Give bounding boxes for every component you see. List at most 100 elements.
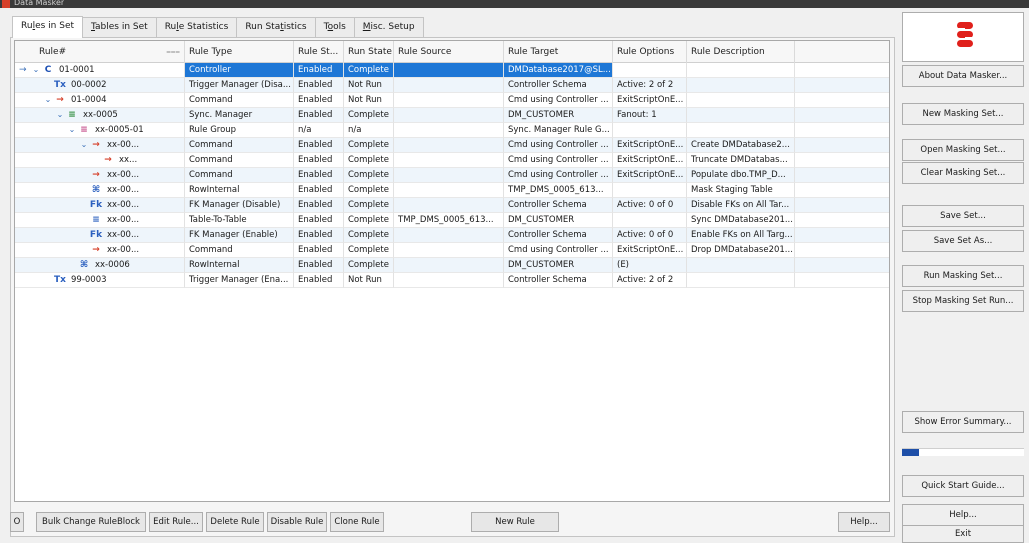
table-row[interactable]: ⌘ xx-0006 RowInternal Enabled Complete DM_CUS… [15,258,889,273]
rule-type-icon: ⌘ [91,185,101,195]
expand-chevron-icon[interactable]: ⌄ [67,123,77,137]
options-cell [613,183,687,198]
target-cell: Cmd using Controller ... [504,138,613,153]
show-error-summary-button[interactable]: Show Error Summary... [902,411,1024,433]
table-row[interactable]: Fk xx-00... FK Manager (Disable) Enabled Com… [15,198,889,213]
rule-type-icon: → [56,95,64,105]
o-button[interactable]: O [10,512,24,532]
app-icon [2,0,10,8]
table-row[interactable]: ⌄ ≡ xx-0005-01 Rule Group n/a n/a Sync. Manage… [15,123,889,138]
stop-masking-set-run-button[interactable]: Stop Masking Set Run... [902,290,1024,312]
logo-box [902,12,1024,62]
table-row[interactable]: → xx-00... Command Enabled Complete Cmd using… [15,243,889,258]
rule-number: xx-00... [107,185,140,195]
tab-4[interactable]: Tools [314,17,355,38]
type-cell: Trigger Manager (Disa... [185,78,294,93]
table-row[interactable]: ⌄ → 01-0004 Command Enabled Not Run Cmd using … [15,93,889,108]
column-header-4[interactable]: Rule Source [394,41,504,63]
help-button[interactable]: Help... [838,512,890,532]
table-row[interactable]: Fk xx-00... FK Manager (Enable) Enabled Comp… [15,228,889,243]
expand-chevron-icon[interactable]: ⌄ [43,93,53,107]
source-cell [394,198,504,213]
column-header-6[interactable]: Rule Options [613,41,687,63]
rule-number: xx... [119,155,138,165]
table-row[interactable]: → xx-00... Command Enabled Complete Cmd using… [15,168,889,183]
save-set-button[interactable]: Save Set... [902,205,1024,227]
table-row[interactable]: Tx 99-0003 Trigger Manager (Ena... Enabled N… [15,273,889,288]
clear-masking-set-button[interactable]: Clear Masking Set... [902,162,1024,184]
target-cell: Cmd using Controller ... [504,153,613,168]
options-cell: ExitScriptOnE... [613,138,687,153]
status-cell: Enabled [294,153,344,168]
tab-5[interactable]: Misc. Setup [353,17,424,38]
type-cell: FK Manager (Disable) [185,198,294,213]
blank-cell [795,228,889,243]
rule-type-icon: Tx [54,80,66,90]
source-cell [394,243,504,258]
source-cell [394,153,504,168]
table-row[interactable]: → ⌄ C 01-0001 Controller Enabled Complete DMDat… [15,63,889,78]
quick-start-guide-button[interactable]: Quick Start Guide... [902,475,1024,497]
edit-rule-button[interactable]: Edit Rule... [149,512,203,532]
sidebar-help-button[interactable]: Help... [902,504,1024,526]
table-row[interactable]: ⌄ ≡ xx-0005 Sync. Manager Enabled Complete DM_… [15,108,889,123]
type-cell: Command [185,93,294,108]
type-cell: Command [185,138,294,153]
column-header-5[interactable]: Rule Target [504,41,613,63]
options-cell: Active: 2 of 2 [613,78,687,93]
bulk-change-ruleblock-button[interactable]: Bulk Change RuleBlock [36,512,146,532]
tab-1[interactable]: Tables in Set [82,17,157,38]
column-header-7[interactable]: Rule Description [687,41,795,63]
window-title: Data Masker [14,0,65,6]
save-set-as-button[interactable]: Save Set As... [902,230,1024,252]
rule-number-cell: → xx-00... [15,168,185,183]
new-rule-button[interactable]: New Rule [471,512,559,532]
table-row[interactable]: ⌘ xx-00... RowInternal Enabled Complete TMP_D… [15,183,889,198]
data-masker-logo-icon [955,22,975,47]
rule-number-cell: → xx... [15,153,185,168]
column-header-2[interactable]: Rule St... [294,41,344,63]
rule-number: 00-0002 [71,80,107,90]
run-masking-set-button[interactable]: Run Masking Set... [902,265,1024,287]
rule-number: 99-0003 [71,275,107,285]
source-cell [394,138,504,153]
progress-bar [902,448,1024,456]
delete-rule-button[interactable]: Delete Rule [206,512,264,532]
blank-cell [795,273,889,288]
expand-chevron-icon[interactable]: ⌄ [55,108,65,122]
target-cell: Controller Schema [504,273,613,288]
column-header-blank [795,41,889,63]
rule-type-icon: Fk [89,200,103,210]
run-cell: Complete [344,108,394,123]
expand-chevron-icon[interactable]: ⌄ [79,138,89,152]
rule-type-icon: C [44,65,52,75]
status-cell: Enabled [294,228,344,243]
run-cell: Complete [344,213,394,228]
tab-3[interactable]: Run Statistics [236,17,316,38]
column-header-3[interactable]: Run State [344,41,394,63]
table-row[interactable]: ⌄ → xx-00... Command Enabled Complete Cmd usin… [15,138,889,153]
about-button[interactable]: About Data Masker... [902,65,1024,87]
open-masking-set-button[interactable]: Open Masking Set... [902,139,1024,161]
expand-chevron-icon[interactable]: ⌄ [31,63,41,77]
status-cell: Enabled [294,213,344,228]
target-cell: Sync. Manager Rule G... [504,123,613,138]
target-cell: DM_CUSTOMER [504,213,613,228]
new-masking-set-button[interactable]: New Masking Set... [902,103,1024,125]
tab-0[interactable]: Rules in Set [12,16,84,38]
tab-2[interactable]: Rule Statistics [155,17,238,38]
clone-rule-button[interactable]: Clone Rule [330,512,384,532]
target-cell: DMDatabase2017@SL... [504,63,613,78]
table-row[interactable]: ≡ xx-00... Table-To-Table Enabled Complete TM… [15,213,889,228]
table-row[interactable]: → xx... Command Enabled Complete Cmd using Co… [15,153,889,168]
exit-button[interactable]: Exit [902,525,1024,543]
column-header-0[interactable]: Rule# ⩶ [15,41,185,63]
rule-number: xx-00... [107,215,140,225]
rules-grid[interactable]: Rule# ⩶ Rule Type Rule St... Run State Rule S… [14,40,890,502]
run-cell: Complete [344,138,394,153]
table-row[interactable]: Tx 00-0002 Trigger Manager (Disa... Enabled… [15,78,889,93]
options-cell: ExitScriptOnE... [613,243,687,258]
blank-cell [795,213,889,228]
column-header-1[interactable]: Rule Type [185,41,294,63]
disable-rule-button[interactable]: Disable Rule [267,512,327,532]
